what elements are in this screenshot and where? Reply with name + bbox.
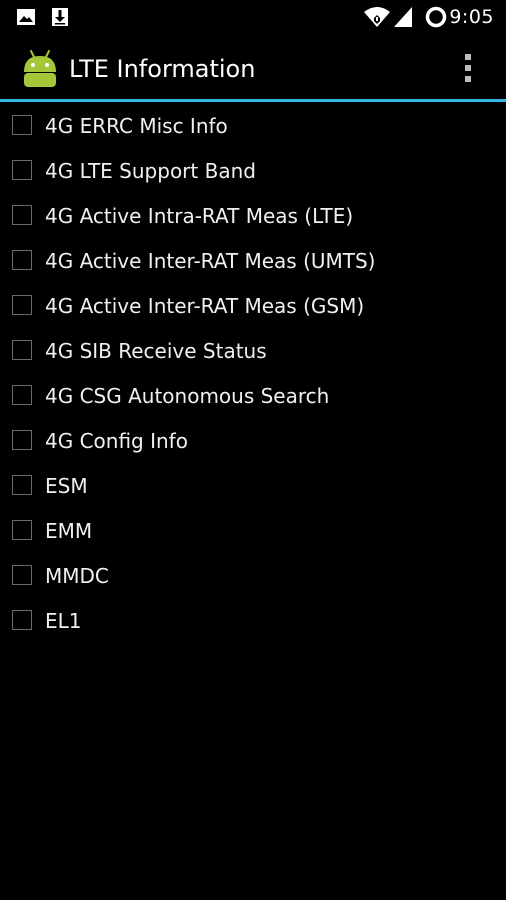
list-item-label: 4G ERRC Misc Info — [45, 114, 228, 138]
cell-signal-icon — [394, 7, 412, 27]
page-title: LTE Information — [69, 55, 256, 83]
overflow-menu-button[interactable] — [458, 52, 478, 84]
image-icon — [17, 9, 35, 25]
action-bar: LTE Information — [0, 36, 506, 100]
checkbox[interactable] — [12, 295, 32, 315]
list-item[interactable]: EMM — [0, 509, 506, 554]
action-bar-divider — [0, 99, 506, 102]
status-bar: 9:05 — [0, 0, 506, 36]
checkbox[interactable] — [12, 385, 32, 405]
list-item[interactable]: MMDC — [0, 554, 506, 599]
list-item-label: ESM — [45, 474, 88, 498]
list-item-label: EMM — [45, 519, 93, 543]
list-item[interactable]: 4G Active Intra-RAT Meas (LTE) — [0, 194, 506, 239]
checkbox[interactable] — [12, 160, 32, 180]
list-item-label: 4G Config Info — [45, 429, 188, 453]
list-item[interactable]: 4G LTE Support Band — [0, 149, 506, 194]
checkbox[interactable] — [12, 205, 32, 225]
checkbox[interactable] — [12, 520, 32, 540]
checkbox[interactable] — [12, 565, 32, 585]
list-item-label: 4G SIB Receive Status — [45, 339, 267, 363]
overflow-menu-dot — [465, 65, 471, 71]
overflow-menu-icon — [465, 54, 471, 60]
sync-icon — [425, 6, 447, 28]
list-item[interactable]: 4G Config Info — [0, 419, 506, 464]
list-item[interactable]: EL1 — [0, 599, 506, 644]
list-item[interactable]: 4G CSG Autonomous Search — [0, 374, 506, 419]
checkbox[interactable] — [12, 475, 32, 495]
list-item-label: MMDC — [45, 564, 109, 588]
checkbox[interactable] — [12, 610, 32, 630]
overflow-menu-dot — [465, 76, 471, 82]
list-item[interactable]: 4G Active Inter-RAT Meas (GSM) — [0, 284, 506, 329]
list-item-label: EL1 — [45, 609, 82, 633]
checkbox[interactable] — [12, 115, 32, 135]
list-item-label: 4G Active Inter-RAT Meas (GSM) — [45, 294, 365, 318]
list-item[interactable]: 4G SIB Receive Status — [0, 329, 506, 374]
list-item-label: 4G Active Intra-RAT Meas (LTE) — [45, 204, 354, 228]
list-item[interactable]: 4G ERRC Misc Info — [0, 104, 506, 149]
list-item-label: 4G LTE Support Band — [45, 159, 256, 183]
checkbox[interactable] — [12, 250, 32, 270]
list-item[interactable]: 4G Active Inter-RAT Meas (UMTS) — [0, 239, 506, 284]
list-item-label: 4G CSG Autonomous Search — [45, 384, 330, 408]
android-icon[interactable] — [20, 48, 60, 88]
checkbox[interactable] — [12, 430, 32, 450]
wifi-icon — [364, 7, 390, 27]
list-item-label: 4G Active Inter-RAT Meas (UMTS) — [45, 249, 376, 273]
list-item[interactable]: ESM — [0, 464, 506, 509]
download-icon — [52, 8, 68, 26]
status-time: 9:05 — [449, 6, 494, 28]
checkbox-list: 4G ERRC Misc Info 4G LTE Support Band 4G… — [0, 104, 506, 644]
checkbox[interactable] — [12, 340, 32, 360]
